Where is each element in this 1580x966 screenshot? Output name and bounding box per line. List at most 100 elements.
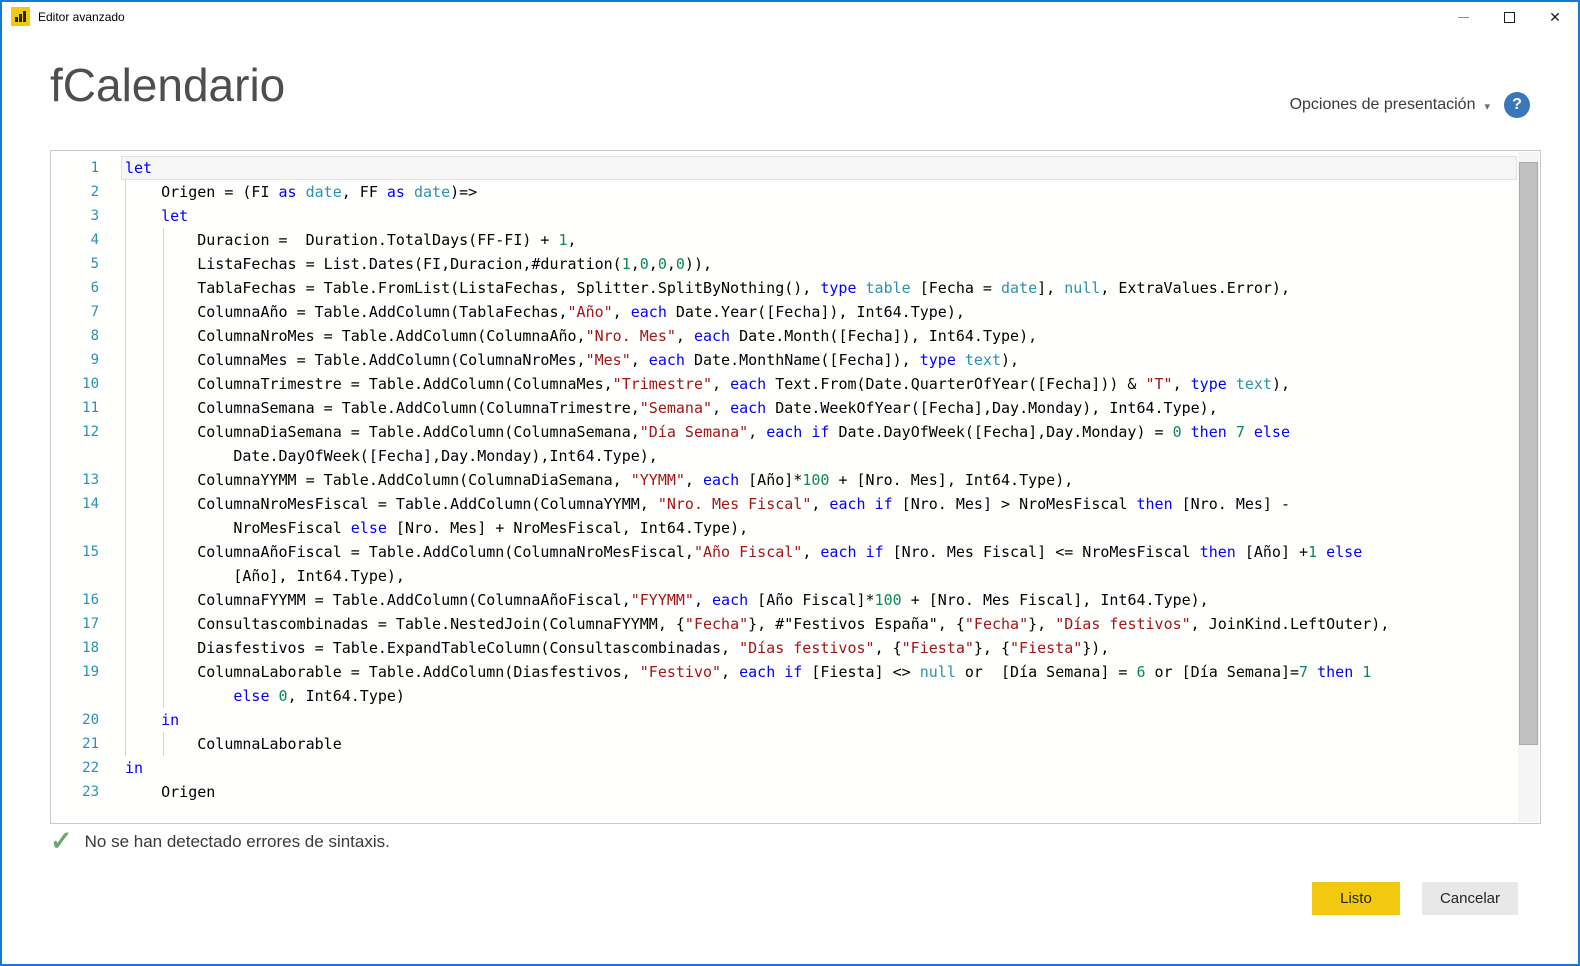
code-text: let	[161, 207, 189, 225]
code-text: ColumnaTrimestre = Table.AddColumn(Colum…	[125, 375, 1290, 393]
code-line[interactable]: 7 ColumnaAño = Table.AddColumn(TablaFech…	[51, 300, 1540, 324]
code-line[interactable]: 1 let	[51, 156, 1540, 180]
code-text: in	[125, 759, 144, 777]
code-line[interactable]: 20 in	[51, 708, 1540, 732]
code-text: ColumnaLaborable = Table.AddColumn(Diasf…	[125, 663, 1372, 681]
code-text: ColumnaDiaSemana = Table.AddColumn(Colum…	[125, 423, 1290, 441]
code-line[interactable]: 19 ColumnaLaborable = Table.AddColumn(Di…	[51, 660, 1540, 684]
code-text: ColumnaLaborable	[125, 735, 342, 753]
line-number: 10	[82, 376, 99, 392]
line-number: 9	[90, 352, 99, 368]
minimize-icon	[1457, 16, 1469, 18]
line-number: 13	[82, 472, 99, 488]
code-line[interactable]: 22 in	[51, 756, 1540, 780]
line-number	[51, 564, 125, 588]
code-text: Diasfestivos = Table.ExpandTableColumn(C…	[125, 639, 1110, 657]
code-text: else 0, Int64.Type)	[233, 687, 405, 705]
line-number	[51, 684, 125, 708]
code-line[interactable]: 4 Duracion = Duration.TotalDays(FF-FI) +…	[51, 228, 1540, 252]
line-number	[51, 444, 125, 468]
line-number: 14	[82, 496, 99, 512]
code-line[interactable]: 16 ColumnaFYYMM = Table.AddColumn(Column…	[51, 588, 1540, 612]
code-text: ColumnaNroMesFiscal = Table.AddColumn(Co…	[125, 495, 1291, 513]
line-number: 4	[90, 232, 99, 248]
code-line[interactable]: 9 ColumnaMes = Table.AddColumn(ColumnaNr…	[51, 348, 1540, 372]
code-editor[interactable]: 1 let 2 Origen = (FI as date, FF as date)=…	[50, 150, 1541, 824]
line-number: 21	[82, 736, 99, 752]
code-text: in	[161, 711, 180, 729]
help-button[interactable]: ?	[1504, 92, 1530, 118]
code-text: [Año], Int64.Type),	[125, 567, 405, 585]
line-number: 8	[90, 328, 99, 344]
code-text: ColumnaAño = Table.AddColumn(TablaFechas…	[125, 303, 965, 321]
code-text: Consultascombinadas = Table.NestedJoin(C…	[125, 615, 1390, 633]
code-text: ListaFechas = List.Dates(FI,Duracion,#du…	[125, 255, 713, 273]
code-text: Date.DayOfWeek([Fecha],Day.Monday),Int64…	[125, 447, 658, 465]
presentation-options-dropdown[interactable]: Opciones de presentación ▾	[1290, 96, 1490, 114]
code-text: ColumnaYYMM = Table.AddColumn(ColumnaDia…	[125, 471, 1074, 489]
code-line[interactable]: 18 Diasfestivos = Table.ExpandTableColum…	[51, 636, 1540, 660]
code-line[interactable]: 10 ColumnaTrimestre = Table.AddColumn(Co…	[51, 372, 1540, 396]
line-number: 1	[90, 160, 99, 176]
line-number: 17	[82, 616, 99, 632]
code-text: ColumnaMes = Table.AddColumn(ColumnaNroM…	[125, 351, 1020, 369]
line-number: 12	[82, 424, 99, 440]
code-line[interactable]: Date.DayOfWeek([Fecha],Day.Monday),Int64…	[51, 444, 1540, 468]
line-number: 19	[82, 664, 99, 680]
code-text: ColumnaFYYMM = Table.AddColumn(ColumnaAñ…	[125, 591, 1209, 609]
line-number: 16	[82, 592, 99, 608]
line-number: 6	[90, 280, 99, 296]
code-text: Origen = (FI as date, FF as date)=>	[125, 183, 478, 201]
powerbi-logo-icon	[11, 7, 30, 26]
code-line[interactable]: 3 let	[51, 204, 1540, 228]
code-line[interactable]: 13 ColumnaYYMM = Table.AddColumn(Columna…	[51, 468, 1540, 492]
code-line[interactable]: 14 ColumnaNroMesFiscal = Table.AddColumn…	[51, 492, 1540, 516]
code-text: NroMesFiscal else [Nro. Mes] + NroMesFis…	[125, 519, 749, 537]
code-line[interactable]: 2 Origen = (FI as date, FF as date)=>	[51, 180, 1540, 204]
code-line[interactable]: 23 Origen	[51, 780, 1540, 804]
code-line[interactable]: 21 ColumnaLaborable	[51, 732, 1540, 756]
code-text: let	[125, 159, 153, 177]
line-number: 15	[82, 544, 99, 560]
line-number: 11	[82, 400, 99, 416]
line-number: 23	[82, 784, 99, 800]
code-line[interactable]: 17 Consultascombinadas = Table.NestedJoi…	[51, 612, 1540, 636]
line-number: 20	[82, 712, 99, 728]
maximize-icon	[1503, 11, 1515, 23]
line-number: 7	[90, 304, 99, 320]
code-text: Origen	[125, 783, 216, 801]
page-title: fCalendario	[50, 59, 286, 111]
window-title: Editor avanzado	[38, 9, 125, 24]
cancel-button[interactable]: Cancelar	[1421, 882, 1518, 915]
code-line[interactable]: 15 ColumnaAñoFiscal = Table.AddColumn(Co…	[51, 540, 1540, 564]
close-icon: ✕	[1549, 9, 1561, 25]
help-icon: ?	[1512, 96, 1522, 113]
code-text: TablaFechas = Table.FromList(ListaFechas…	[125, 279, 1290, 297]
code-line[interactable]: 12 ColumnaDiaSemana = Table.AddColumn(Co…	[51, 420, 1540, 444]
line-number: 3	[90, 208, 99, 224]
line-number: 18	[82, 640, 99, 656]
code-line[interactable]: 5 ListaFechas = List.Dates(FI,Duracion,#…	[51, 252, 1540, 276]
presentation-options-label: Opciones de presentación	[1289, 96, 1476, 113]
code-line[interactable]: NroMesFiscal else [Nro. Mes] + NroMesFis…	[51, 516, 1540, 540]
code-line[interactable]: 11 ColumnaSemana = Table.AddColumn(Colum…	[51, 396, 1540, 420]
code-text: ColumnaNroMes = Table.AddColumn(ColumnaA…	[125, 327, 1038, 345]
close-button[interactable]: ✕	[1532, 2, 1578, 32]
maximize-button[interactable]	[1486, 2, 1532, 32]
code-surface[interactable]: 1 let 2 Origen = (FI as date, FF as date)=…	[51, 151, 1540, 823]
code-line[interactable]: else 0, Int64.Type)	[51, 684, 1540, 708]
line-number: 2	[90, 184, 99, 200]
title-bar: Editor avanzado ✕	[2, 2, 1578, 32]
code-text: ColumnaSemana = Table.AddColumn(ColumnaT…	[125, 399, 1218, 417]
minimize-button[interactable]	[1440, 2, 1486, 32]
line-number	[51, 516, 125, 540]
code-text: ColumnaAñoFiscal = Table.AddColumn(Colum…	[125, 543, 1363, 561]
code-line[interactable]: 6 TablaFechas = Table.FromList(ListaFech…	[51, 276, 1540, 300]
line-number: 22	[82, 760, 99, 776]
code-line[interactable]: [Año], Int64.Type),	[51, 564, 1540, 588]
code-line[interactable]: 8 ColumnaNroMes = Table.AddColumn(Column…	[51, 324, 1540, 348]
syntax-ok-check-icon: ✓	[50, 826, 73, 856]
code-text: Duracion = Duration.TotalDays(FF-FI) + 1…	[125, 231, 577, 249]
done-button[interactable]: Listo	[1311, 882, 1400, 915]
chevron-down-icon: ▾	[1484, 100, 1490, 113]
